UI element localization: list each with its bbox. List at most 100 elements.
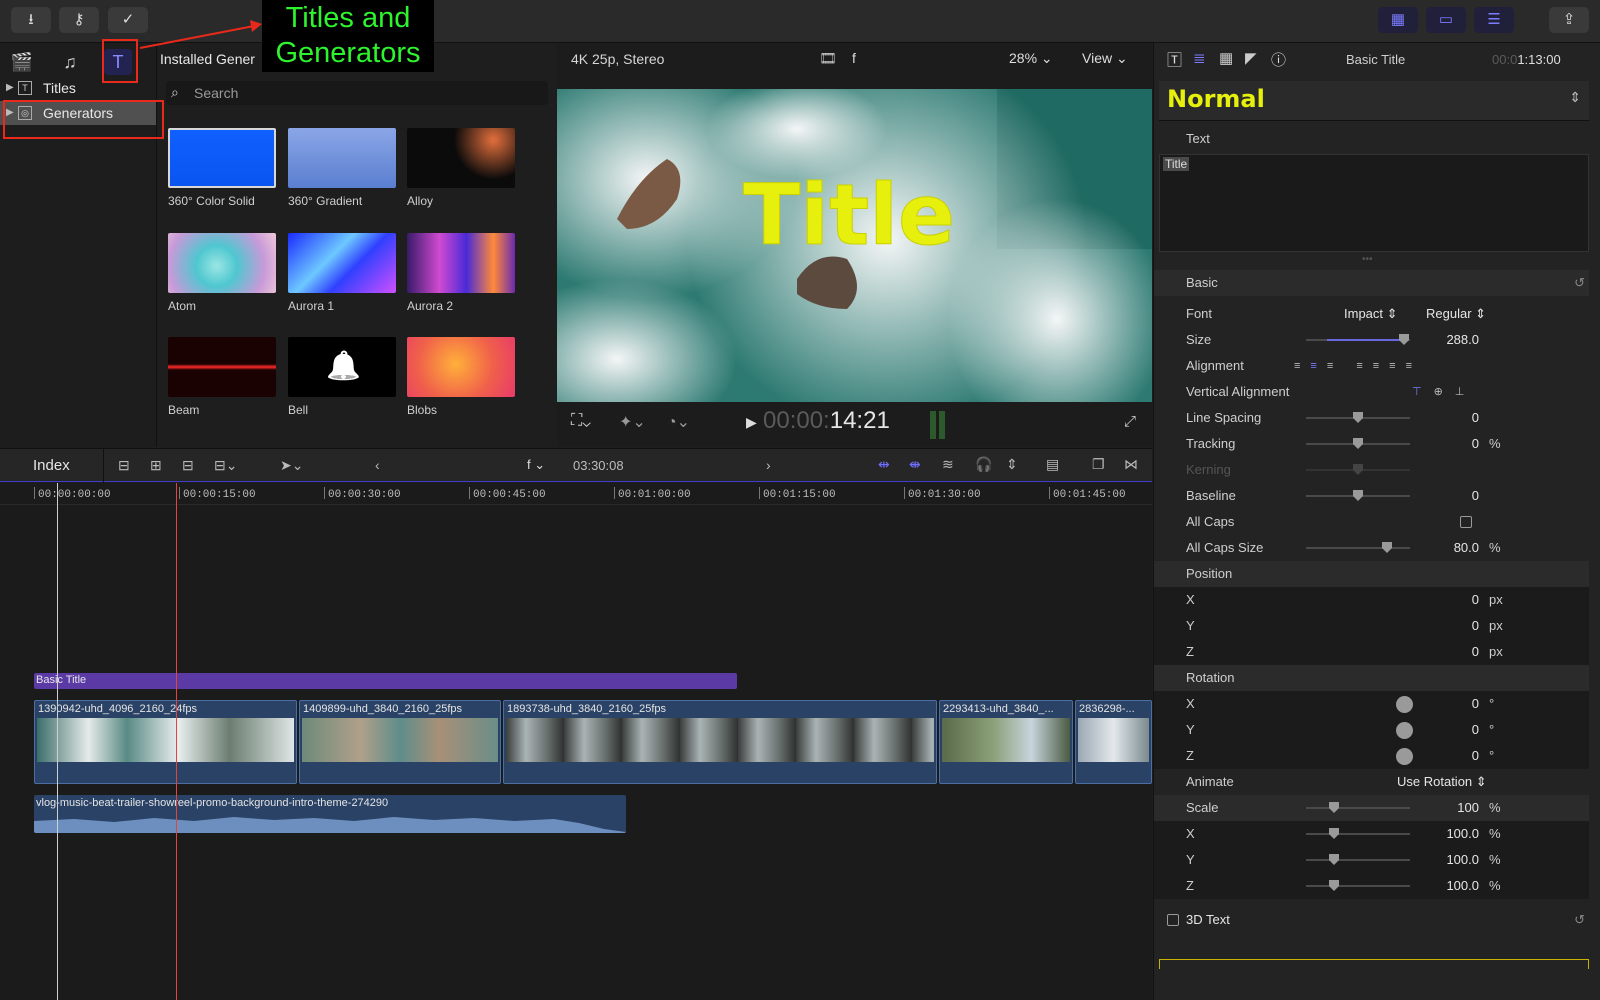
transitions-icon[interactable]: ⋈: [1124, 456, 1138, 473]
share-button[interactable]: ⇪: [1549, 7, 1589, 33]
position-section-header[interactable]: Position: [1154, 561, 1589, 587]
slider-knob[interactable]: [1399, 334, 1409, 345]
select-tool-icon[interactable]: ➤⌄: [280, 457, 303, 474]
scale-z-slider[interactable]: [1306, 880, 1410, 891]
generator-thumbnail[interactable]: [407, 233, 515, 293]
slider-knob[interactable]: [1329, 802, 1339, 813]
overwrite-icon[interactable]: ⊟⌄: [214, 457, 237, 474]
reset-icon[interactable]: ↺: [1574, 907, 1585, 933]
snapping-icon[interactable]: ⇼: [909, 456, 921, 473]
view-menu[interactable]: View ⌄: [1082, 50, 1128, 67]
headphones-icon[interactable]: 🎧: [975, 456, 992, 473]
clip-appearance-icon[interactable]: ▤: [1046, 456, 1059, 473]
generator-thumbnail[interactable]: [168, 128, 276, 188]
back-icon[interactable]: ‹: [375, 457, 380, 473]
line-spacing-slider[interactable]: [1306, 412, 1410, 423]
tracking-slider[interactable]: [1306, 438, 1410, 449]
viewer-timecode[interactable]: 00:00:14:21: [763, 407, 890, 435]
video-frame[interactable]: Title: [557, 89, 1152, 402]
position-x-value[interactable]: 0: [1472, 587, 1479, 613]
position-y-value[interactable]: 0: [1472, 613, 1479, 639]
info-icon[interactable]: ⓘ: [1271, 49, 1286, 70]
timeline-toggle-button[interactable]: ▭: [1426, 7, 1466, 33]
scale-z-value[interactable]: 100.0: [1446, 873, 1479, 899]
rotation-y-value[interactable]: 0: [1472, 717, 1479, 743]
search-field[interactable]: ⌕ Search: [166, 81, 548, 105]
playhead[interactable]: [57, 483, 58, 1000]
forward-icon[interactable]: ›: [766, 457, 771, 473]
slider-knob[interactable]: [1353, 412, 1363, 423]
video-clip[interactable]: 2293413-uhd_3840_...: [939, 700, 1073, 784]
media-browser-button[interactable]: 🎬: [8, 49, 36, 75]
title-clip[interactable]: Basic Title: [34, 673, 737, 689]
resize-handle-icon[interactable]: •••: [1362, 254, 1373, 265]
inspector-toggle-button[interactable]: ☰: [1474, 7, 1514, 33]
baseline-value[interactable]: 0: [1472, 483, 1479, 509]
slider-knob[interactable]: [1382, 542, 1392, 553]
fullscreen-icon[interactable]: ⤢: [1124, 413, 1136, 430]
rotation-dial[interactable]: [1396, 748, 1413, 765]
generator-thumbnail[interactable]: 🔔: [288, 337, 396, 397]
generator-thumbnail[interactable]: [168, 337, 276, 397]
tracking-value[interactable]: 0: [1472, 431, 1479, 457]
skimming-icon[interactable]: ⇹: [878, 456, 890, 473]
scale-y-slider[interactable]: [1306, 854, 1410, 865]
generator-thumbnail[interactable]: [407, 128, 515, 188]
generator-thumbnail[interactable]: [168, 233, 276, 293]
all-caps-size-value[interactable]: 80.0: [1454, 535, 1479, 561]
audio-clip[interactable]: vlog-music-beat-trailer-showreel-promo-b…: [34, 795, 626, 833]
slider-knob[interactable]: [1329, 828, 1339, 839]
video-clip[interactable]: 2836298-...: [1075, 700, 1152, 784]
speed-icon[interactable]: ◔⌄: [667, 412, 690, 432]
size-slider[interactable]: [1306, 334, 1410, 345]
rotation-dial[interactable]: [1396, 722, 1413, 739]
photos-audio-button[interactable]: ♫: [56, 49, 84, 75]
text-inspector-icon[interactable]: 🅃: [1167, 49, 1182, 70]
generator-thumbnail[interactable]: [288, 128, 396, 188]
magic-wand-icon[interactable]: ✦⌄: [619, 412, 646, 432]
solo-icon[interactable]: ⇕: [1006, 456, 1018, 473]
size-value[interactable]: 288.0: [1446, 327, 1479, 353]
alignment-buttons[interactable]: ≡≡≡ ≡≡≡≡: [1294, 353, 1422, 379]
all-caps-size-slider[interactable]: [1306, 542, 1410, 553]
scale-y-value[interactable]: 100.0: [1446, 847, 1479, 873]
vertical-alignment-buttons[interactable]: ⊤⊕⊥: [1412, 379, 1476, 405]
clapper-icon[interactable]: 🎞: [819, 50, 837, 67]
connect-icon[interactable]: ⊟: [118, 457, 130, 474]
rotation-x-value[interactable]: 0: [1472, 691, 1479, 717]
browser-toggle-button[interactable]: ▦: [1378, 7, 1418, 33]
import-button[interactable]: ⭳: [11, 7, 51, 33]
position-z-value[interactable]: 0: [1472, 639, 1479, 665]
zoom-menu[interactable]: 28% ⌄: [1009, 50, 1053, 67]
slider-knob[interactable]: [1329, 854, 1339, 865]
slider-knob[interactable]: [1353, 438, 1363, 449]
all-caps-checkbox[interactable]: [1460, 516, 1472, 528]
3d-text-checkbox[interactable]: [1167, 914, 1179, 926]
font-family-menu[interactable]: Impact ⇕: [1344, 301, 1398, 327]
transform-icon[interactable]: ⛶⌄: [571, 412, 591, 430]
baseline-slider[interactable]: [1306, 490, 1410, 501]
video-inspector-icon[interactable]: ▦: [1219, 49, 1233, 67]
insert-icon[interactable]: ⊞: [150, 457, 162, 474]
font-style-menu[interactable]: Regular ⇕: [1426, 301, 1486, 327]
slider-knob[interactable]: [1353, 490, 1363, 501]
slider-knob[interactable]: [1329, 880, 1339, 891]
play-icon[interactable]: ▶: [746, 414, 757, 431]
basic-section-header[interactable]: Basic ↺: [1154, 270, 1589, 296]
audio-skimming-icon[interactable]: ≋: [942, 456, 954, 473]
generator-thumbnail[interactable]: [288, 233, 396, 293]
animate-menu[interactable]: Use Rotation ⇕: [1397, 769, 1487, 795]
scale-x-slider[interactable]: [1306, 828, 1410, 839]
video-clip[interactable]: 1893738-uhd_3840_2160_25fps: [503, 700, 937, 784]
timeline-f-menu[interactable]: f ⌄: [527, 457, 545, 473]
rotation-section-header[interactable]: Rotation: [1154, 665, 1589, 691]
text-input[interactable]: Title: [1159, 154, 1589, 252]
video-clip[interactable]: 1409899-uhd_3840_2160_25fps: [299, 700, 501, 784]
rotation-dial[interactable]: [1396, 696, 1413, 713]
keywords-button[interactable]: ⚷: [59, 7, 99, 33]
color-inspector-icon[interactable]: ◤: [1245, 49, 1257, 67]
scale-value[interactable]: 100: [1457, 795, 1479, 821]
video-clip[interactable]: 1390942-uhd_4096_2160_24fps: [34, 700, 297, 784]
reset-icon[interactable]: ↺: [1574, 270, 1585, 296]
scale-slider[interactable]: [1306, 802, 1410, 813]
